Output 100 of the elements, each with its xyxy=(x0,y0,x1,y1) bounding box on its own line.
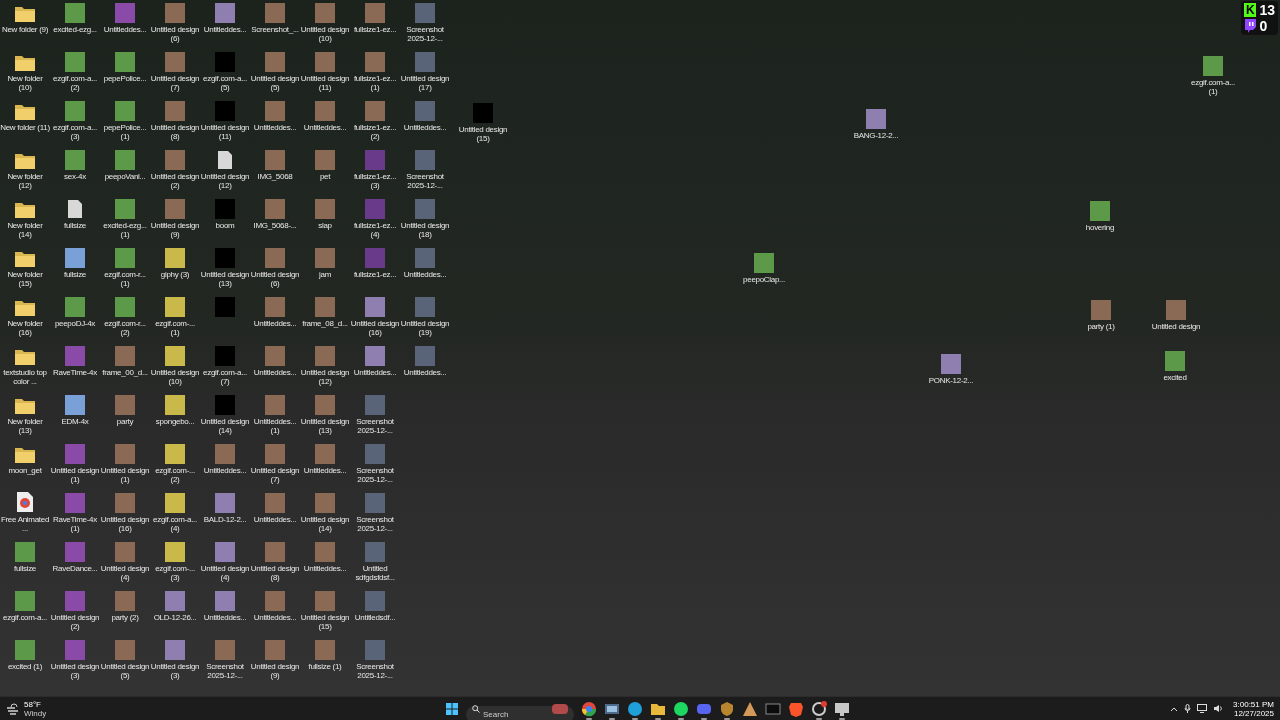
icon-label[interactable]: Screenshot 2025-12-... xyxy=(350,466,400,484)
icon-label[interactable]: pepePolice... (1) xyxy=(100,123,150,141)
weather-condition[interactable]: Windy xyxy=(24,708,47,718)
icon-label[interactable]: Untitleddes... xyxy=(103,25,147,34)
icon-label[interactable]: New folder (9) xyxy=(1,25,48,34)
icon-label[interactable]: Screenshot 2025-12-... xyxy=(350,515,400,533)
icon-label[interactable]: ezgif.com-a... (1) xyxy=(1188,78,1238,96)
icon-label[interactable]: Untitleddes... xyxy=(303,466,347,475)
icon-label[interactable]: peepoClap... xyxy=(743,275,785,284)
microphone-icon[interactable] xyxy=(1184,704,1192,713)
icon-label[interactable]: IMG_5068-... xyxy=(253,221,297,230)
clock-date[interactable]: 12/27/2025 xyxy=(1233,708,1274,718)
icon-label[interactable]: peepoDJ-4x xyxy=(54,319,96,328)
icon-label[interactable]: Untitleddes... xyxy=(203,25,247,34)
icon-label[interactable]: Untitled design (13) xyxy=(300,417,350,435)
icon-label[interactable]: fullsize xyxy=(63,270,87,279)
icon-label[interactable]: Untitled design (11) xyxy=(200,123,250,141)
icon-label[interactable]: New folder (14) xyxy=(0,221,50,239)
icon-label[interactable]: fullsize1-ez... (3) xyxy=(350,172,400,190)
icon-label[interactable]: ezgif.com-... (3) xyxy=(150,564,200,582)
icon-label[interactable]: Untitled design (5) xyxy=(250,74,300,92)
icon-label[interactable]: ezgif.com-a... xyxy=(3,613,47,622)
icon-label[interactable]: Untitled design (9) xyxy=(150,221,200,239)
icon-label[interactable]: fullsize1-ez... (1) xyxy=(350,74,400,92)
icon-label[interactable]: Untitled design (14) xyxy=(200,417,250,435)
icon-label[interactable]: RaveDance... xyxy=(52,564,98,573)
icon-label[interactable]: frame_00_d... xyxy=(102,368,148,377)
icon-label[interactable]: Untitled design (1) xyxy=(50,466,100,484)
icon-label[interactable]: Untitled design (5) xyxy=(100,662,150,680)
icon-label[interactable]: Screenshot 2025-12-... xyxy=(350,662,400,680)
icon-label[interactable]: Screenshot 2025-12-... xyxy=(400,172,450,190)
icon-label[interactable]: excited-ezg... (1) xyxy=(100,221,150,239)
icon-label[interactable]: Untitleddes... xyxy=(403,123,447,132)
icon-label[interactable]: Untitled design (16) xyxy=(100,515,150,533)
icon-label[interactable]: BANG-12-2... xyxy=(853,131,899,140)
icon-label[interactable]: EDM-4x xyxy=(61,417,89,426)
icon-label[interactable]: frame_08_d... xyxy=(302,319,348,328)
icon-label[interactable]: Untitled sdfgdsfdsf... xyxy=(350,564,400,582)
icon-label[interactable]: Screenshot_... xyxy=(251,25,299,34)
weather-temperature[interactable]: 58°F xyxy=(24,699,47,709)
icon-label[interactable]: Untitled design (15) xyxy=(300,613,350,631)
icon-label[interactable]: pet xyxy=(319,172,331,181)
icon-label[interactable]: Untitled design (16) xyxy=(350,319,400,337)
icon-label[interactable]: Untitleddes... (1) xyxy=(250,417,300,435)
icon-label[interactable]: party (1) xyxy=(1087,322,1115,331)
icon-label[interactable]: Untitleddes... xyxy=(253,319,297,328)
icon-label[interactable]: PONK-12-2... xyxy=(928,376,974,385)
icon-label[interactable]: Untitleddes... xyxy=(203,613,247,622)
icon-label[interactable]: New folder (13) xyxy=(0,417,50,435)
icon-label[interactable]: ezgif.com-a... (5) xyxy=(200,74,250,92)
icon-label[interactable]: New folder (12) xyxy=(0,172,50,190)
icon-label[interactable]: Untitleddes... xyxy=(303,564,347,573)
icon-label[interactable]: ezgif.com-r... (1) xyxy=(100,270,150,288)
icon-label[interactable]: Untitled design (8) xyxy=(250,564,300,582)
icon-label[interactable]: party (2) xyxy=(111,613,139,622)
icon-label[interactable]: excited-ezg... xyxy=(53,25,97,34)
icon-label[interactable]: Untitled design (12) xyxy=(300,368,350,386)
icon-label[interactable]: Untitled design (2) xyxy=(150,172,200,190)
icon-label[interactable]: Untitled design (14) xyxy=(300,515,350,533)
icon-label[interactable]: jam xyxy=(319,270,331,279)
icon-label[interactable]: Untitled design (15) xyxy=(458,125,508,143)
icon-label[interactable]: ezgif.com-a... (4) xyxy=(150,515,200,533)
icon-label[interactable]: Untitled design (2) xyxy=(50,613,100,631)
icon-label[interactable]: Untitleddes... xyxy=(203,466,247,475)
icon-label[interactable]: OLD-12-26... xyxy=(153,613,197,622)
icon-label[interactable]: fullsize xyxy=(13,564,37,573)
search-field[interactable]: Search xyxy=(466,706,574,720)
icon-label[interactable]: Untitleddes... xyxy=(253,515,297,524)
icon-label[interactable]: Screenshot 2025-12-... xyxy=(350,417,400,435)
icon-label[interactable]: New folder (11) xyxy=(0,123,50,132)
icon-label[interactable]: peepoVanl... xyxy=(104,172,146,181)
icon-label[interactable]: RaveTime-4x (1) xyxy=(50,515,100,533)
icon-label[interactable]: ezgif.com-r... (2) xyxy=(100,319,150,337)
icon-label[interactable]: Untitled design (7) xyxy=(150,74,200,92)
icon-label[interactable]: sex-4x xyxy=(64,172,86,181)
icon-label[interactable]: giphy (3) xyxy=(160,270,190,279)
icon-label[interactable]: Untitleddes... xyxy=(403,368,447,377)
icon-label[interactable]: pepePolice... xyxy=(103,74,147,83)
icon-label[interactable]: Untitled design (11) xyxy=(300,74,350,92)
icon-label[interactable]: Untitleddes... xyxy=(253,123,297,132)
icon-label[interactable]: Untitleddes... xyxy=(253,613,297,622)
icon-label[interactable]: hovering xyxy=(1085,223,1115,232)
icon-label[interactable]: spongebo... xyxy=(155,417,195,426)
icon-label[interactable]: excited (1) xyxy=(7,662,43,671)
icon-label[interactable]: ezgif.com-... (1) xyxy=(150,319,200,337)
icon-label[interactable]: Untitled design (19) xyxy=(400,319,450,337)
icon-label[interactable]: Untitled design (7) xyxy=(250,466,300,484)
icon-label[interactable]: Screenshot 2025-12-... xyxy=(200,662,250,680)
icon-label[interactable]: ezgif.com-... (2) xyxy=(150,466,200,484)
icon-label[interactable]: Untitled design (3) xyxy=(150,662,200,680)
icon-label[interactable]: fullsize1-ez... (2) xyxy=(350,123,400,141)
icon-label[interactable]: ezgif.com-a... (7) xyxy=(200,368,250,386)
icon-label[interactable]: Untitleddes... xyxy=(353,368,397,377)
icon-label[interactable]: Untitled design xyxy=(1151,322,1201,331)
icon-label[interactable]: Untitled design (13) xyxy=(200,270,250,288)
icon-label[interactable]: Untitled design (3) xyxy=(50,662,100,680)
icon-label[interactable]: RaveTime-4x xyxy=(53,368,97,377)
icon-label[interactable]: fullsize1-ez... (4) xyxy=(350,221,400,239)
icon-label[interactable]: Untitleddes... xyxy=(253,368,297,377)
icon-label[interactable]: ezgif.com-a... (2) xyxy=(50,74,100,92)
